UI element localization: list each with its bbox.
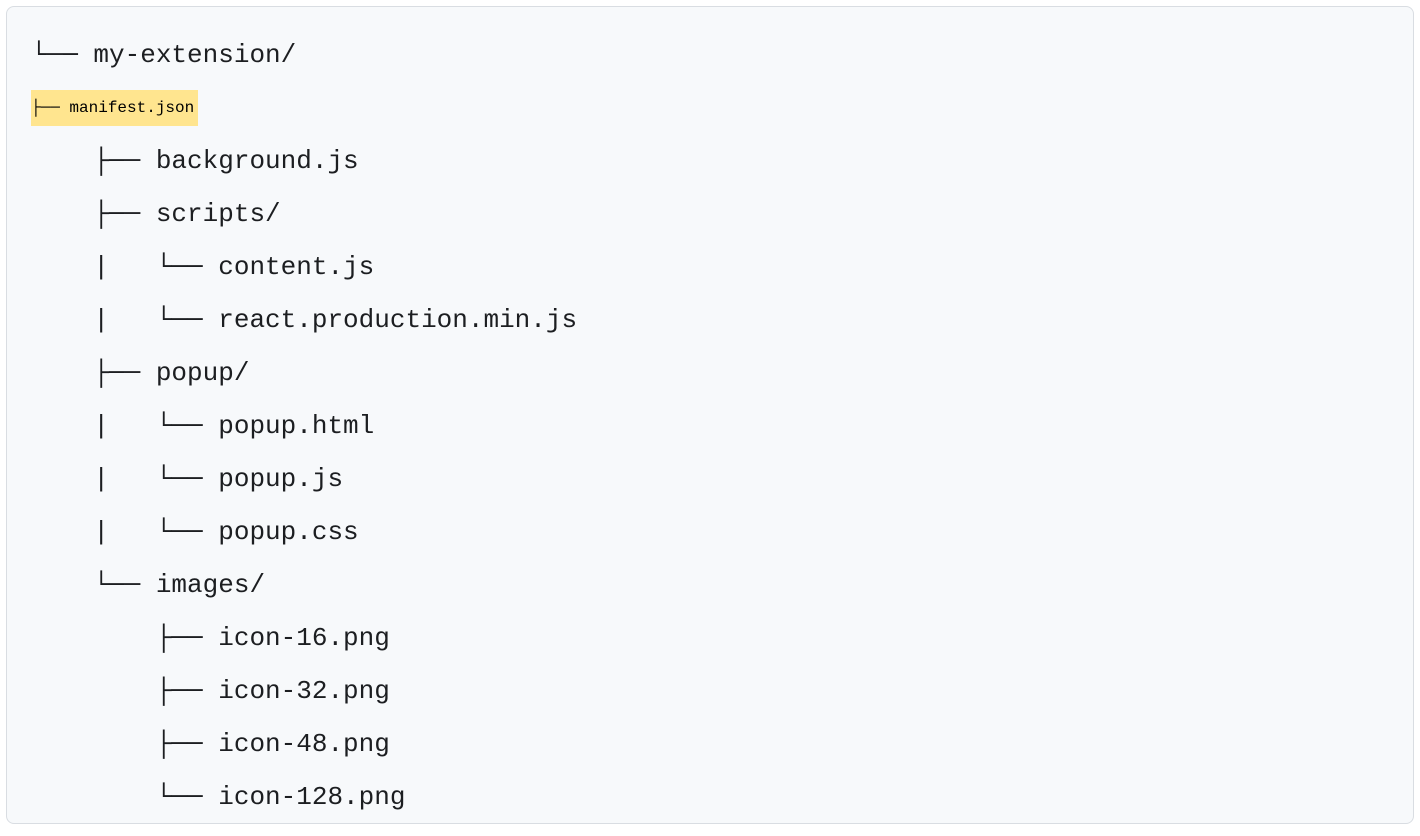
tree-entry: icon-128.png [218,782,405,812]
tree-entry: scripts/ [156,199,281,229]
tree-line-7: | └── popup.html [31,400,1389,453]
tree-entry: react.production.min.js [218,305,577,335]
tree-prefix: | └── [31,252,218,282]
tree-entry: popup.css [218,517,358,547]
tree-line-14: └── icon-128.png [31,771,1389,824]
tree-entry: images/ [156,570,265,600]
tree-line-1: ├── manifest.json [31,82,1389,135]
tree-entry: icon-32.png [218,676,390,706]
tree-entry: my-extension/ [93,40,296,70]
tree-prefix: ├── [31,729,218,759]
tree-entry: icon-16.png [218,623,390,653]
tree-entry: background.js [156,146,359,176]
directory-tree: └── my-extension/ ├── manifest.json ├── … [6,6,1414,824]
tree-prefix: | └── [31,305,218,335]
tree-prefix: ├── [31,358,156,388]
tree-prefix: ├── [31,146,156,176]
tree-entry: popup.html [218,411,374,441]
tree-entry: popup/ [156,358,250,388]
tree-line-0: └── my-extension/ [31,29,1389,82]
tree-prefix: | └── [31,464,218,494]
tree-prefix: ├── [31,676,218,706]
tree-line-9: | └── popup.css [31,506,1389,559]
tree-prefix: | └── [31,517,218,547]
tree-prefix: └── [31,570,156,600]
tree-entry: manifest.json [69,99,194,117]
tree-line-10: └── images/ [31,559,1389,612]
tree-prefix: └── [31,782,218,812]
tree-entry: content.js [218,252,374,282]
tree-prefix: ├── [31,99,69,117]
highlighted-entry: ├── manifest.json [31,90,198,126]
tree-line-3: ├── scripts/ [31,188,1389,241]
tree-prefix: └── [31,40,93,70]
tree-prefix: ├── [31,623,218,653]
tree-line-5: | └── react.production.min.js [31,294,1389,347]
tree-line-2: ├── background.js [31,135,1389,188]
tree-entry: icon-48.png [218,729,390,759]
tree-line-11: ├── icon-16.png [31,612,1389,665]
tree-prefix: | └── [31,411,218,441]
tree-line-12: ├── icon-32.png [31,665,1389,718]
tree-line-8: | └── popup.js [31,453,1389,506]
tree-entry: popup.js [218,464,343,494]
tree-line-6: ├── popup/ [31,347,1389,400]
tree-prefix: ├── [31,199,156,229]
tree-line-4: | └── content.js [31,241,1389,294]
tree-line-13: ├── icon-48.png [31,718,1389,771]
